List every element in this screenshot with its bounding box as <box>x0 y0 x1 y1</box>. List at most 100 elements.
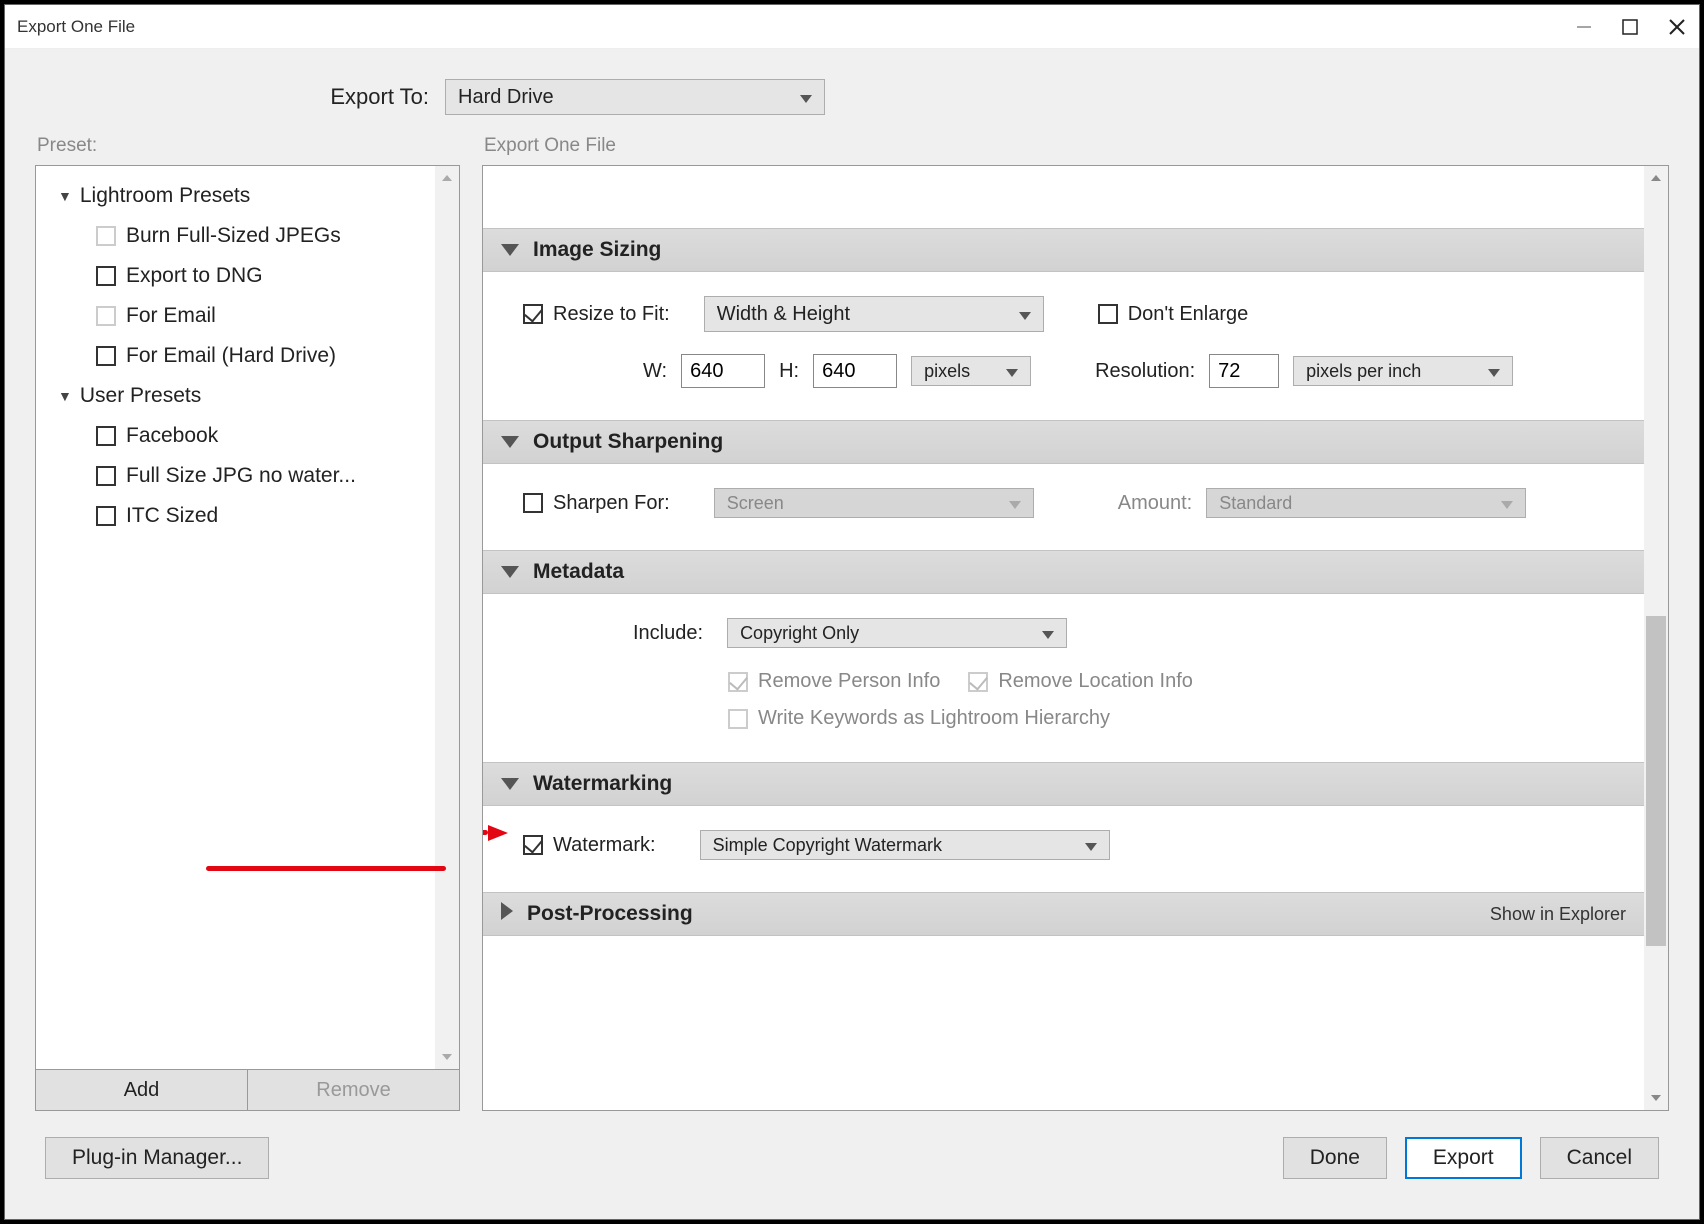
window-controls <box>1575 17 1687 37</box>
section-body-sharpening: Sharpen For: Screen Amount: Standard <box>483 464 1644 550</box>
show-in-explorer-link[interactable]: Show in Explorer <box>1490 904 1626 925</box>
preset-list-box: ▼ Lightroom Presets Burn Full-Sized JPEG… <box>35 165 460 1070</box>
export-to-value: Hard Drive <box>458 86 776 109</box>
remove-person-checkbox: Remove Person Info <box>728 670 940 693</box>
amount-label: Amount: <box>1118 492 1192 515</box>
checkbox-icon[interactable] <box>96 306 116 326</box>
remove-location-label: Remove Location Info <box>998 670 1193 693</box>
export-to-row: Export To: Hard Drive <box>5 49 1699 135</box>
checkbox-icon <box>1098 304 1118 324</box>
resize-mode-value: Width & Height <box>717 303 995 326</box>
checkbox-icon <box>523 304 543 324</box>
checkbox-icon[interactable] <box>96 466 116 486</box>
resolution-unit-dropdown[interactable]: pixels per inch <box>1293 356 1513 386</box>
dialog-footer: Plug-in Manager... Done Export Cancel <box>5 1111 1699 1219</box>
add-button[interactable]: Add <box>36 1070 248 1110</box>
write-keywords-label: Write Keywords as Lightroom Hierarchy <box>758 707 1110 730</box>
preset-label: Preset: <box>35 135 460 157</box>
scrollbar-thumb[interactable] <box>1646 616 1666 946</box>
done-button[interactable]: Done <box>1283 1137 1387 1179</box>
scroll-up-icon[interactable] <box>1644 166 1668 190</box>
include-dropdown[interactable]: Copyright Only <box>727 618 1067 648</box>
chevron-down-icon <box>982 361 1018 382</box>
cancel-button[interactable]: Cancel <box>1540 1137 1659 1179</box>
section-body-image-sizing: Resize to Fit: Width & Height Don't Enla… <box>483 272 1644 420</box>
sharpen-for-value: Screen <box>727 493 985 514</box>
export-button[interactable]: Export <box>1405 1137 1522 1179</box>
watermark-checkbox[interactable]: Watermark: <box>523 834 656 857</box>
checkbox-icon[interactable] <box>96 426 116 446</box>
checkbox-icon[interactable] <box>96 346 116 366</box>
annotation-line <box>206 866 446 871</box>
checkbox-icon <box>728 709 748 729</box>
chevron-down-icon <box>1061 835 1097 856</box>
preset-item[interactable]: For Email (Hard Drive) <box>42 336 453 376</box>
preset-item[interactable]: Facebook <box>42 416 453 456</box>
section-body-watermarking: Watermark: Simple Copyright Watermark <box>483 806 1644 892</box>
section-header-image-sizing[interactable]: Image Sizing <box>483 228 1644 272</box>
preset-group-lightroom[interactable]: ▼ Lightroom Presets <box>42 176 453 216</box>
watermark-label: Watermark: <box>553 834 656 857</box>
dont-enlarge-checkbox[interactable]: Don't Enlarge <box>1098 303 1249 326</box>
section-header-post-processing[interactable]: Post-Processing Show in Explorer <box>483 892 1644 936</box>
section-header-watermarking[interactable]: Watermarking <box>483 762 1644 806</box>
section-title: Watermarking <box>533 772 672 796</box>
resolution-input[interactable] <box>1209 354 1279 388</box>
section-header-sharpening[interactable]: Output Sharpening <box>483 420 1644 464</box>
resolution-unit-value: pixels per inch <box>1306 361 1464 382</box>
export-to-dropdown[interactable]: Hard Drive <box>445 79 825 115</box>
amount-dropdown[interactable]: Standard <box>1206 488 1526 518</box>
unit-dropdown[interactable]: pixels <box>911 356 1031 386</box>
close-icon[interactable] <box>1667 17 1687 37</box>
height-input[interactable] <box>813 354 897 388</box>
chevron-down-icon <box>1018 623 1054 644</box>
maximize-icon[interactable] <box>1621 18 1639 36</box>
collapse-icon <box>501 772 519 796</box>
plugin-manager-button[interactable]: Plug-in Manager... <box>45 1137 269 1179</box>
preset-item-label: For Email (Hard Drive) <box>126 344 336 368</box>
preset-item[interactable]: Burn Full-Sized JPEGs <box>42 216 453 256</box>
unit-value: pixels <box>924 361 982 382</box>
checkbox-icon <box>968 672 988 692</box>
collapse-icon <box>501 560 519 584</box>
checkbox-icon <box>523 835 543 855</box>
collapse-icon: ▼ <box>58 388 72 404</box>
checkbox-icon <box>728 672 748 692</box>
h-label: H: <box>779 360 799 383</box>
preset-item[interactable]: ITC Sized <box>42 496 453 536</box>
export-dialog: Export One File Export To: Hard Drive Pr… <box>4 4 1700 1220</box>
collapse-icon: ▼ <box>58 188 72 204</box>
section-title: Output Sharpening <box>533 430 723 454</box>
titlebar: Export One File <box>5 5 1699 49</box>
settings-column: Export One File Image Sizing Resize to F… <box>482 135 1669 1111</box>
width-input[interactable] <box>681 354 765 388</box>
scroll-down-icon[interactable] <box>435 1045 459 1069</box>
preset-group-label: User Presets <box>80 384 201 408</box>
watermark-dropdown[interactable]: Simple Copyright Watermark <box>700 830 1110 860</box>
resize-mode-dropdown[interactable]: Width & Height <box>704 296 1044 332</box>
export-to-label: Export To: <box>5 84 445 110</box>
preset-scrollbar[interactable] <box>435 166 459 1069</box>
scroll-down-icon[interactable] <box>1644 1086 1668 1110</box>
resize-to-fit-checkbox[interactable]: Resize to Fit: <box>523 303 670 326</box>
preset-item-label: Export to DNG <box>126 264 263 288</box>
sharpen-for-checkbox[interactable]: Sharpen For: <box>523 492 670 515</box>
scroll-up-icon[interactable] <box>435 166 459 190</box>
checkbox-icon[interactable] <box>96 506 116 526</box>
include-label: Include: <box>633 622 703 645</box>
preset-item[interactable]: Export to DNG <box>42 256 453 296</box>
section-header-metadata[interactable]: Metadata <box>483 550 1644 594</box>
checkbox-icon[interactable] <box>96 266 116 286</box>
chevron-down-icon <box>995 303 1031 326</box>
preset-item[interactable]: Full Size JPG no water... <box>42 456 453 496</box>
settings-scrollbar[interactable] <box>1644 166 1668 1110</box>
section-body-metadata: Include: Copyright Only Remove Person In… <box>483 594 1644 762</box>
sharpen-for-dropdown[interactable]: Screen <box>714 488 1034 518</box>
preset-group-user[interactable]: ▼ User Presets <box>42 376 453 416</box>
checkbox-icon[interactable] <box>96 226 116 246</box>
preset-item[interactable]: For Email <box>42 296 453 336</box>
remove-button[interactable]: Remove <box>248 1070 459 1110</box>
amount-value: Standard <box>1219 493 1477 514</box>
minimize-icon[interactable] <box>1575 18 1593 36</box>
section-title: Image Sizing <box>533 238 661 262</box>
